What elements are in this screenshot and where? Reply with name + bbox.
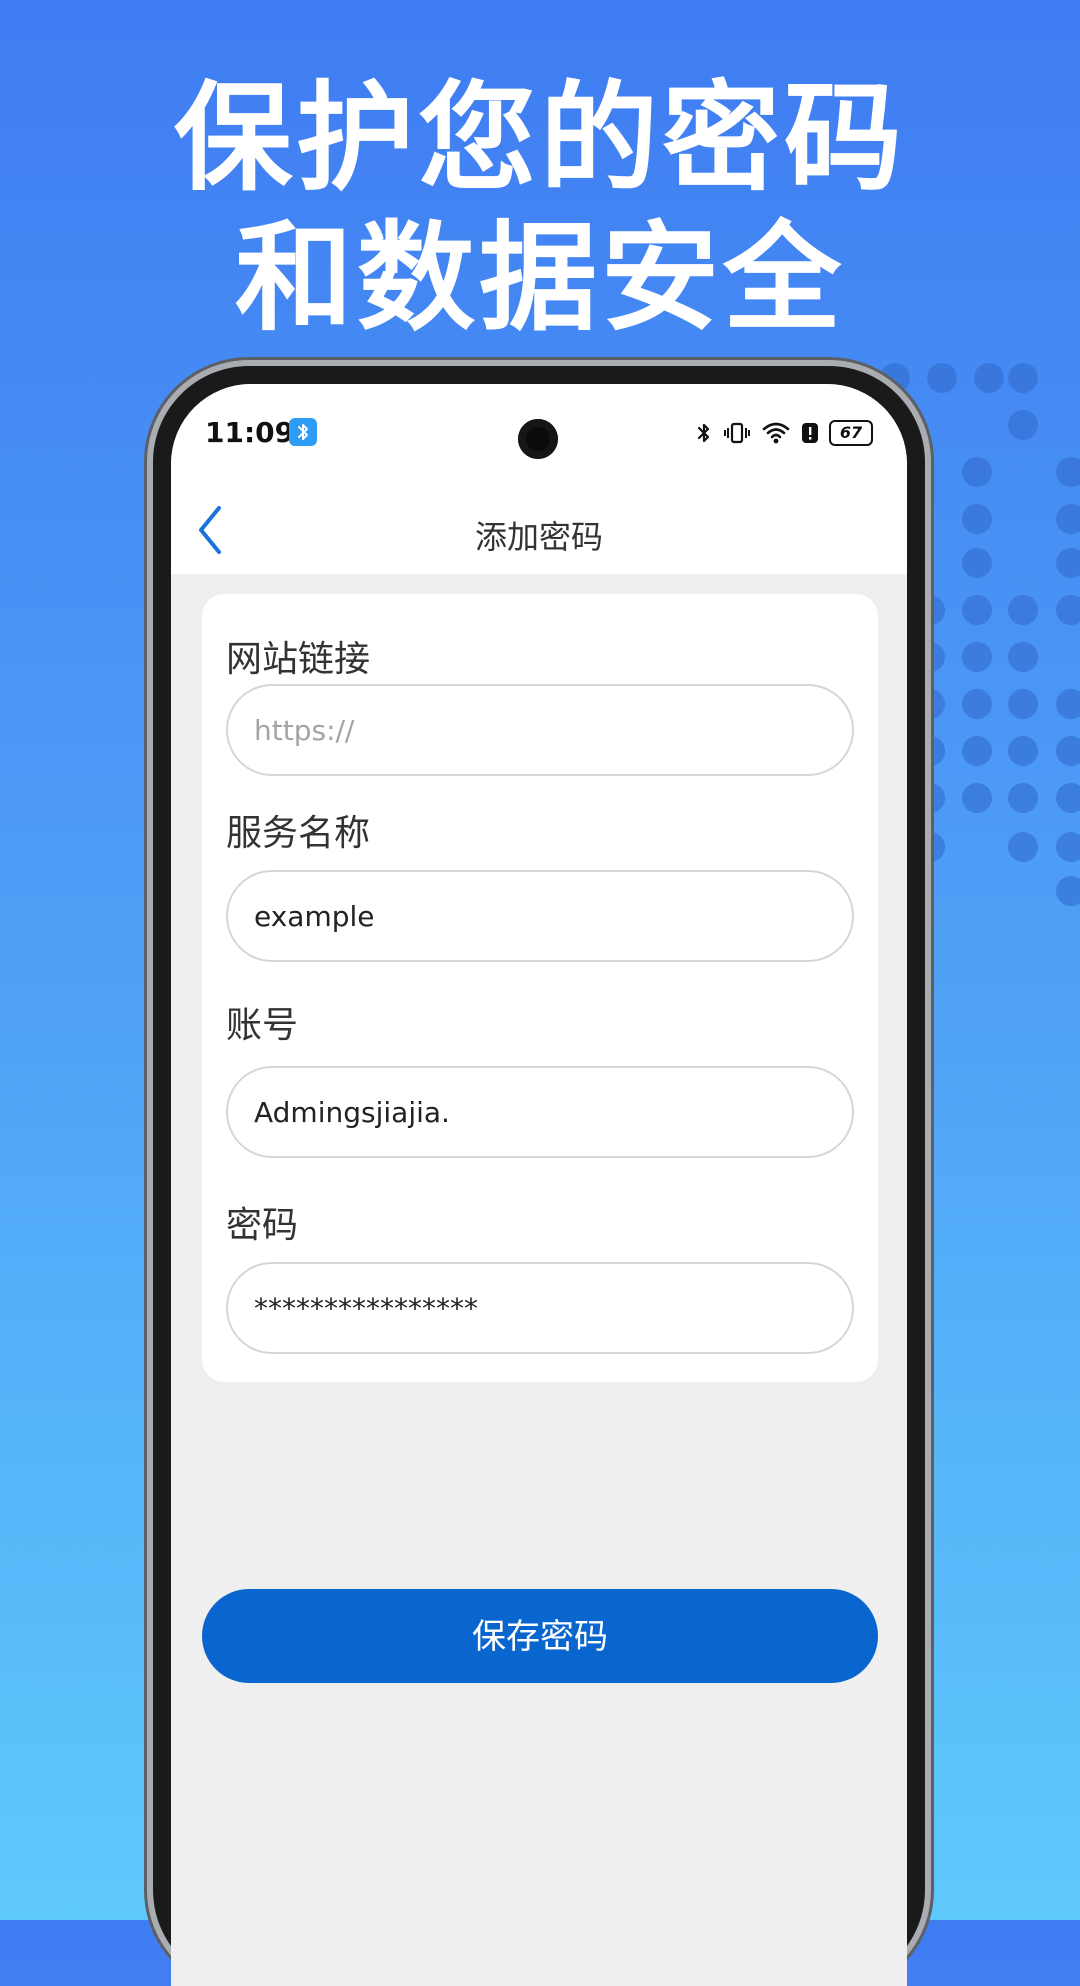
app-screen: 11:09 67 添加密码 网站链接 服务名称 账号 bbox=[171, 384, 907, 1986]
status-time: 11:09 bbox=[205, 416, 295, 449]
dot bbox=[1056, 595, 1080, 625]
dot bbox=[927, 363, 957, 393]
dot bbox=[1008, 363, 1038, 393]
url-input[interactable] bbox=[226, 684, 854, 776]
account-label: 账号 bbox=[226, 1005, 299, 1046]
save-password-button[interactable]: 保存密码 bbox=[202, 1589, 878, 1683]
password-label: 密码 bbox=[226, 1205, 299, 1246]
dot bbox=[1008, 783, 1038, 813]
dot bbox=[1056, 832, 1080, 862]
dot bbox=[962, 736, 992, 766]
bluetooth-icon bbox=[697, 423, 710, 443]
dot bbox=[962, 457, 992, 487]
dot bbox=[1056, 457, 1080, 487]
vibrate-icon bbox=[724, 422, 750, 444]
dot bbox=[962, 504, 992, 534]
dot bbox=[1008, 689, 1038, 719]
dot bbox=[1008, 410, 1038, 440]
password-form-card: 网站链接 服务名称 账号 密码 bbox=[202, 594, 878, 1382]
dot bbox=[1056, 689, 1080, 719]
dot bbox=[962, 689, 992, 719]
battery-indicator: 67 bbox=[829, 420, 873, 446]
password-input[interactable] bbox=[226, 1262, 854, 1354]
phone-frame: 11:09 67 添加密码 网站链接 服务名称 账号 bbox=[153, 366, 925, 1986]
page-title: 添加密码 bbox=[474, 518, 603, 556]
dot bbox=[962, 548, 992, 578]
dot bbox=[1008, 642, 1038, 672]
alert-icon bbox=[802, 423, 818, 443]
wifi-icon bbox=[762, 422, 790, 444]
dot bbox=[962, 595, 992, 625]
dot bbox=[974, 363, 1004, 393]
service-name-label: 服务名称 bbox=[226, 813, 371, 854]
dot bbox=[1056, 548, 1080, 578]
front-camera bbox=[518, 419, 558, 459]
status-bar: 11:09 67 bbox=[171, 384, 907, 474]
dot bbox=[962, 642, 992, 672]
dot bbox=[1008, 595, 1038, 625]
top-nav-bar: 添加密码 bbox=[171, 474, 907, 574]
dot bbox=[962, 783, 992, 813]
dot bbox=[1056, 783, 1080, 813]
dot bbox=[1056, 876, 1080, 906]
url-label: 网站链接 bbox=[226, 639, 371, 680]
status-icons: 67 bbox=[695, 418, 873, 448]
account-input[interactable] bbox=[226, 1066, 854, 1158]
chevron-left-icon bbox=[199, 506, 221, 554]
service-name-input[interactable] bbox=[226, 870, 854, 962]
back-button[interactable] bbox=[191, 502, 231, 558]
dot bbox=[1056, 504, 1080, 534]
dot bbox=[1008, 736, 1038, 766]
dot bbox=[1008, 832, 1038, 862]
bluetooth-app-icon bbox=[289, 418, 317, 446]
dot bbox=[1056, 736, 1080, 766]
